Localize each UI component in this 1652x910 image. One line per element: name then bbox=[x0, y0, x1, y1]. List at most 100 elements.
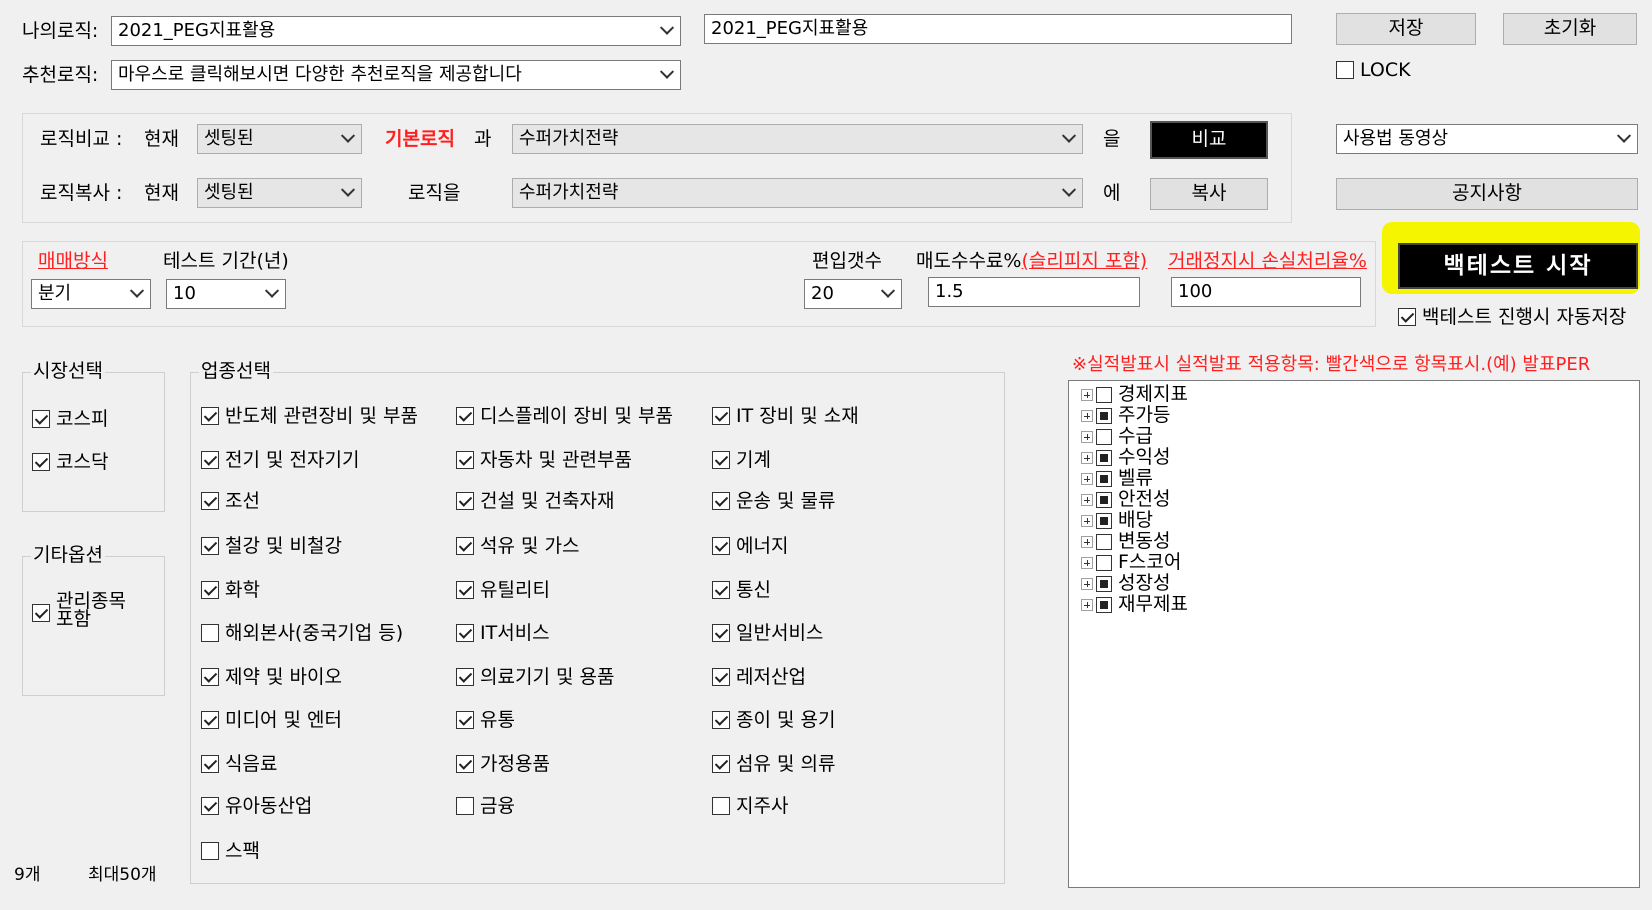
sector-item-checkbox[interactable] bbox=[712, 537, 730, 555]
sector-item-checkbox[interactable] bbox=[712, 711, 730, 729]
tree-item-checkbox[interactable] bbox=[1096, 407, 1112, 424]
tree-item[interactable]: 성장성 bbox=[1081, 573, 1170, 594]
sector-item-checkbox[interactable] bbox=[201, 581, 219, 599]
expand-plus-icon[interactable] bbox=[1081, 451, 1093, 464]
tree-item[interactable]: 배당 bbox=[1081, 510, 1153, 531]
copy-target-select[interactable]: 수퍼가치전략 bbox=[512, 178, 1083, 208]
sector-item-checkbox[interactable] bbox=[456, 581, 474, 599]
sector-item-checkbox[interactable] bbox=[456, 797, 474, 815]
expand-plus-icon[interactable] bbox=[1081, 535, 1093, 548]
recommend-logic-select[interactable]: 마우스로 클릭해보시면 다양한 추천로직을 제공합니다 bbox=[111, 60, 681, 90]
sector-item[interactable]: 운송 및 물류 bbox=[712, 490, 835, 512]
sector-item[interactable]: 화학 bbox=[201, 579, 260, 601]
sector-item-checkbox[interactable] bbox=[456, 668, 474, 686]
indicator-tree[interactable]: 경제지표 주가등 수급 수익성 벨류 안전성 배당 변동성 F스코어 성장성 재무제표 bbox=[1068, 380, 1640, 888]
my-logic-select[interactable]: 2021_PEG지표활용 bbox=[111, 16, 681, 46]
sector-item[interactable]: 종이 및 용기 bbox=[712, 709, 835, 731]
market-item-kosdaq[interactable]: 코스닥 bbox=[32, 451, 108, 473]
sector-item-checkbox[interactable] bbox=[712, 492, 730, 510]
sector-item-checkbox[interactable] bbox=[201, 624, 219, 642]
tree-item[interactable]: 변동성 bbox=[1081, 531, 1170, 552]
sector-item[interactable]: 스팩 bbox=[201, 840, 260, 862]
sector-item-checkbox[interactable] bbox=[456, 492, 474, 510]
lock-checkbox-box[interactable] bbox=[1336, 61, 1354, 79]
other-managed-checkbox-box[interactable] bbox=[32, 604, 50, 622]
expand-plus-icon[interactable] bbox=[1081, 388, 1093, 401]
expand-plus-icon[interactable] bbox=[1081, 514, 1093, 527]
sector-item[interactable]: 해외본사(중국기업 등) bbox=[201, 622, 403, 644]
expand-plus-icon[interactable] bbox=[1081, 472, 1093, 485]
sector-item-checkbox[interactable] bbox=[201, 755, 219, 773]
sector-item-checkbox[interactable] bbox=[456, 755, 474, 773]
tree-item[interactable]: 안전성 bbox=[1081, 489, 1170, 510]
reset-button[interactable]: 초기화 bbox=[1503, 13, 1637, 45]
sector-item[interactable]: 유통 bbox=[456, 709, 515, 731]
tree-item[interactable]: 수익성 bbox=[1081, 447, 1170, 468]
test-period-select[interactable]: 10 bbox=[166, 279, 286, 309]
tree-item-checkbox[interactable] bbox=[1096, 533, 1112, 550]
sector-item[interactable]: 일반서비스 bbox=[712, 622, 823, 644]
tree-item[interactable]: 벨류 bbox=[1081, 468, 1153, 489]
holdings-select[interactable]: 20 bbox=[804, 279, 902, 309]
copy-current-select[interactable]: 셋팅된 bbox=[197, 178, 362, 208]
tree-item-checkbox[interactable] bbox=[1096, 596, 1112, 613]
expand-plus-icon[interactable] bbox=[1081, 556, 1093, 569]
save-button[interactable]: 저장 bbox=[1336, 13, 1476, 45]
tree-item-checkbox[interactable] bbox=[1096, 491, 1112, 508]
sector-item[interactable]: 건설 및 건축자재 bbox=[456, 490, 614, 512]
trade-method-label[interactable]: 매매방식 bbox=[38, 250, 108, 272]
copy-button[interactable]: 복사 bbox=[1150, 178, 1268, 210]
tree-item-checkbox[interactable] bbox=[1096, 470, 1112, 487]
sector-item[interactable]: IT서비스 bbox=[456, 622, 550, 644]
sector-item-checkbox[interactable] bbox=[712, 581, 730, 599]
tree-item[interactable]: F스코어 bbox=[1081, 552, 1181, 573]
sector-item[interactable]: 조선 bbox=[201, 490, 260, 512]
sector-item[interactable]: 의료기기 및 용품 bbox=[456, 666, 614, 688]
sector-item[interactable]: 식음료 bbox=[201, 753, 277, 775]
tree-item-checkbox[interactable] bbox=[1096, 428, 1112, 445]
halt-loss-label[interactable]: 거래정지시 손실처리율% bbox=[1168, 250, 1367, 272]
tree-item-checkbox[interactable] bbox=[1096, 512, 1112, 529]
expand-plus-icon[interactable] bbox=[1081, 409, 1093, 422]
sector-item-checkbox[interactable] bbox=[712, 407, 730, 425]
sector-item[interactable]: 전기 및 전자기기 bbox=[201, 449, 359, 471]
compare-target-select[interactable]: 수퍼가치전략 bbox=[512, 124, 1083, 154]
sector-item[interactable]: 반도체 관련장비 및 부품 bbox=[201, 405, 418, 427]
sector-item-checkbox[interactable] bbox=[712, 755, 730, 773]
fee-note-link[interactable]: (슬리피지 포함) bbox=[1021, 250, 1147, 272]
market-item-kospi[interactable]: 코스피 bbox=[32, 408, 108, 430]
sector-item[interactable]: 에너지 bbox=[712, 535, 788, 557]
tree-item[interactable]: 주가등 bbox=[1081, 405, 1170, 426]
backtest-start-button[interactable]: 백테스트 시작 bbox=[1398, 243, 1638, 289]
sector-item[interactable]: 지주사 bbox=[712, 795, 788, 817]
sector-item[interactable]: 자동차 및 관련부품 bbox=[456, 449, 632, 471]
sector-item[interactable]: 미디어 및 엔터 bbox=[201, 709, 342, 731]
sector-item-checkbox[interactable] bbox=[712, 624, 730, 642]
compare-button[interactable]: 비교 bbox=[1150, 121, 1268, 159]
sector-item[interactable]: 유아동산업 bbox=[201, 795, 312, 817]
sector-item-checkbox[interactable] bbox=[201, 407, 219, 425]
expand-plus-icon[interactable] bbox=[1081, 493, 1093, 506]
sector-item[interactable]: 금융 bbox=[456, 795, 515, 817]
sector-item-checkbox[interactable] bbox=[456, 711, 474, 729]
sector-item-checkbox[interactable] bbox=[201, 451, 219, 469]
sector-item-checkbox[interactable] bbox=[712, 668, 730, 686]
expand-plus-icon[interactable] bbox=[1081, 430, 1093, 443]
halt-loss-input[interactable]: 100 bbox=[1171, 277, 1361, 307]
sector-item-checkbox[interactable] bbox=[456, 451, 474, 469]
sector-item[interactable]: 석유 및 가스 bbox=[456, 535, 579, 557]
market-item-kospi-box[interactable] bbox=[32, 410, 50, 428]
tree-item-checkbox[interactable] bbox=[1096, 554, 1112, 571]
fee-input[interactable]: 1.5 bbox=[928, 277, 1140, 307]
tree-item-checkbox[interactable] bbox=[1096, 575, 1112, 592]
autosave-checkbox[interactable]: 백테스트 진행시 자동저장 bbox=[1398, 306, 1626, 328]
tree-item-checkbox[interactable] bbox=[1096, 449, 1112, 466]
trade-method-select[interactable]: 분기 bbox=[31, 279, 151, 309]
sector-item[interactable]: 철강 및 비철강 bbox=[201, 535, 342, 557]
sector-item[interactable]: 통신 bbox=[712, 579, 771, 601]
tree-item[interactable]: 수급 bbox=[1081, 426, 1153, 447]
compare-current-select[interactable]: 셋팅된 bbox=[197, 124, 362, 154]
sector-item[interactable]: IT 장비 및 소재 bbox=[712, 405, 859, 427]
sector-item-checkbox[interactable] bbox=[456, 407, 474, 425]
sector-item[interactable]: 디스플레이 장비 및 부품 bbox=[456, 405, 673, 427]
